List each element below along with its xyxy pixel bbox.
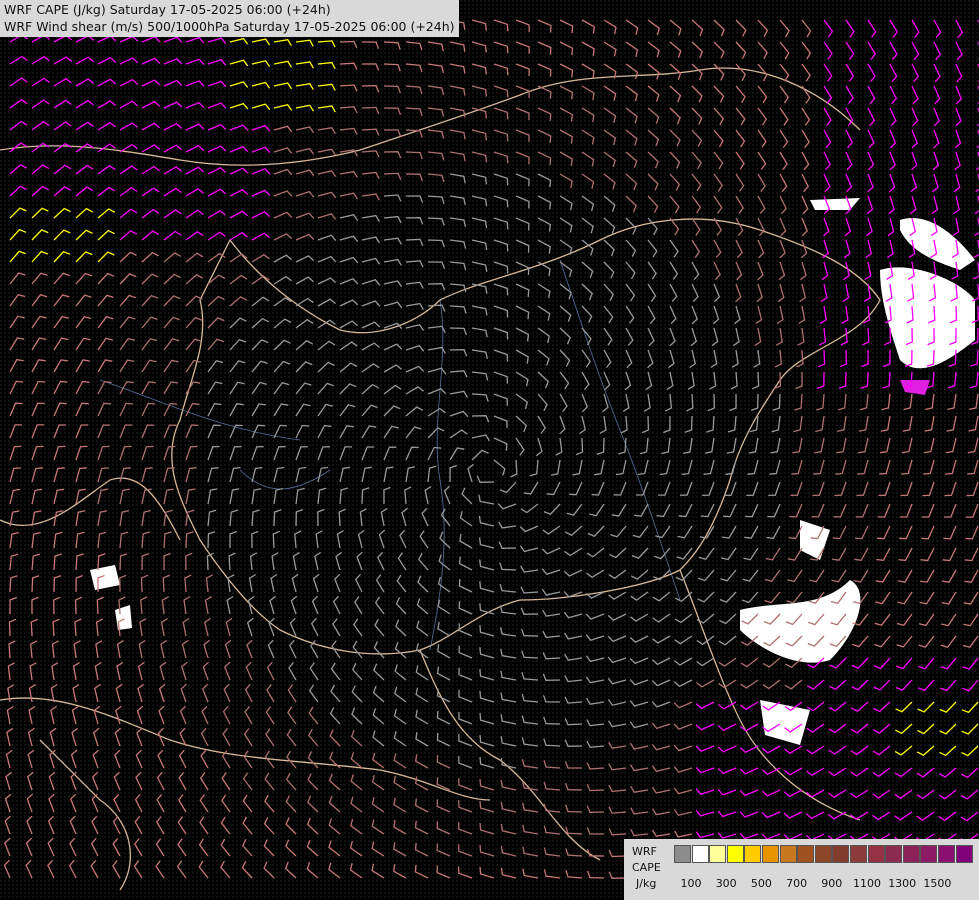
legend-swatch [779,845,797,863]
legend-swatch [744,845,762,863]
legend-tick-label: 500 [750,877,772,890]
legend-tick-label: 1300 [888,877,917,890]
legend-swatch [797,845,815,863]
legend-tick-label: 1100 [853,877,881,890]
legend-tick-label: 1500 [923,877,952,890]
map-title: WRF CAPE (J/kg) Saturday 17-05-2025 06:0… [0,0,459,37]
legend-swatch [850,845,867,863]
title-line-shear: WRF Wind shear (m/s) 500/1000hPa Saturda… [4,19,455,34]
legend-swatch [709,845,727,863]
legend-tick-label: 900 [821,877,843,890]
cape-wind-shear-map [0,0,979,900]
legend-swatch [902,845,920,863]
map-background [0,0,979,900]
legend-swatch [832,845,850,863]
title-line-cape: WRF CAPE (J/kg) Saturday 17-05-2025 06:0… [4,2,331,17]
legend-swatch [691,845,709,863]
legend-swatch [885,845,903,863]
legend-swatch [814,845,832,863]
legend-swatch [674,845,691,863]
legend-swatch [955,845,973,863]
legend-swatch [938,845,955,863]
legend-swatch [762,845,779,863]
legend-swatch [867,845,885,863]
legend-tick-label: 700 [786,877,808,890]
legend-variable-label: CAPE [632,861,661,874]
legend-model-label: WRF [632,845,657,858]
legend-tick-label: 300 [715,877,737,890]
legend-tick-label: 100 [680,877,702,890]
legend-unit-label: J/kg [636,877,657,890]
legend-swatch [920,845,938,863]
legend-swatch [726,845,744,863]
cape-legend: WRF CAPE J/kg 100 300 500 700 900 1100 1300 150… [624,839,979,900]
